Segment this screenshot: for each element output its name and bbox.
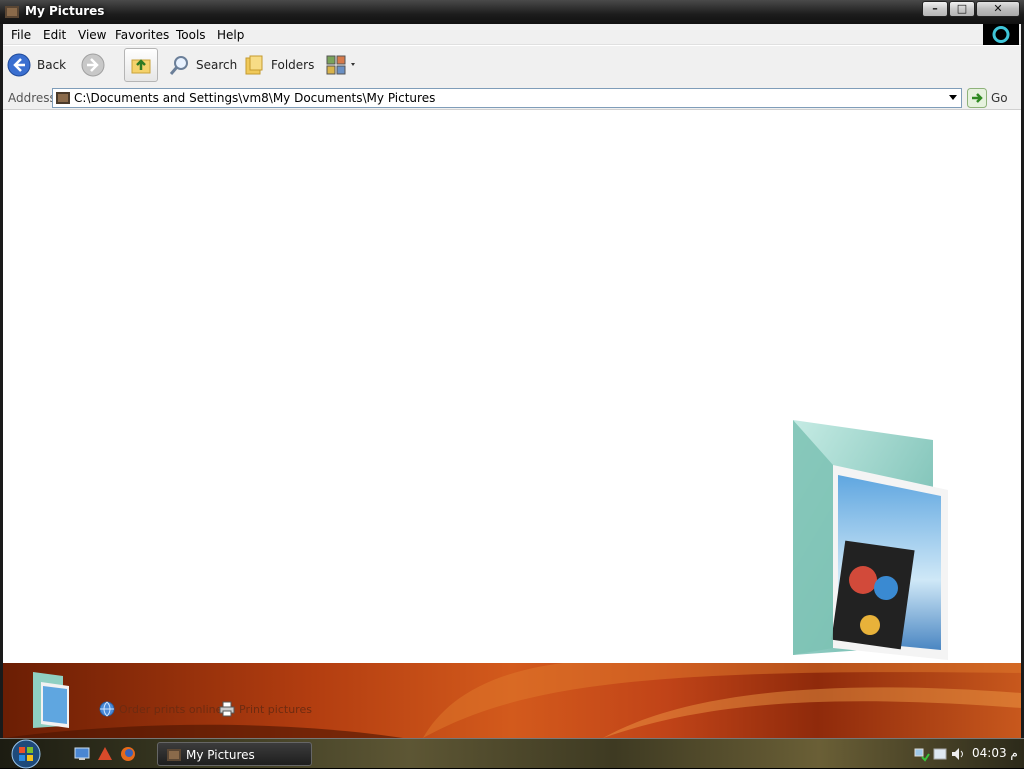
menu-edit[interactable]: Edit — [43, 28, 66, 42]
security-icon[interactable] — [932, 746, 948, 762]
taskbar-window-button[interactable]: My Pictures — [157, 742, 312, 766]
menu-favorites[interactable]: Favorites — [115, 28, 169, 42]
taskbar-window-label: My Pictures — [186, 748, 255, 762]
folders-button[interactable]: Folders — [244, 46, 314, 84]
printer-icon — [219, 701, 235, 717]
search-label: Search — [196, 58, 238, 72]
up-folder-button[interactable] — [124, 48, 158, 82]
go-button[interactable]: Go — [967, 88, 1008, 108]
menu-file[interactable]: File — [11, 28, 31, 42]
window-app-icon — [167, 749, 181, 761]
start-orb-icon[interactable] — [6, 739, 46, 769]
up-folder-icon — [131, 59, 151, 74]
tasks-band: Order prints online Print pictures — [3, 663, 1021, 738]
back-button[interactable]: Back — [7, 46, 66, 84]
media-icon[interactable] — [97, 746, 113, 762]
dropdown-icon — [949, 95, 957, 100]
address-folder-icon — [56, 92, 70, 104]
windows-logo-icon — [983, 24, 1019, 45]
explorer-window: My Pictures – □ ✕ File Edit View Favorit… — [0, 0, 1024, 738]
system-tray: 04:03 م — [912, 742, 1024, 766]
menu-tools[interactable]: Tools — [176, 28, 206, 42]
window-title: My Pictures — [25, 4, 105, 18]
network-icon[interactable] — [914, 746, 930, 762]
file-list-area[interactable] — [3, 110, 1021, 663]
search-icon — [169, 56, 188, 75]
globe-icon — [99, 701, 115, 717]
pictures-folder-icon — [33, 672, 69, 728]
firefox-icon[interactable] — [120, 746, 136, 762]
menu-help[interactable]: Help — [217, 28, 244, 42]
pictures-folder-icon — [793, 420, 948, 660]
volume-icon[interactable] — [950, 746, 966, 762]
go-label: Go — [991, 91, 1008, 105]
close-button[interactable]: ✕ — [976, 1, 1020, 17]
order-prints-link[interactable]: Order prints online — [99, 701, 222, 717]
toolbar: Back Search Folders — [3, 46, 1021, 86]
caption-buttons: – □ ✕ — [921, 1, 1020, 18]
address-bar: Address C:\Documents and Settings\vm8\My… — [3, 86, 1021, 110]
folders-label: Folders — [271, 58, 315, 72]
address-field[interactable]: C:\Documents and Settings\vm8\My Documen… — [52, 88, 962, 108]
go-arrow-icon — [967, 88, 987, 108]
minimize-button[interactable]: – — [922, 1, 948, 17]
print-pictures-link[interactable]: Print pictures — [219, 701, 312, 717]
clock[interactable]: 04:03 م — [972, 746, 1018, 760]
back-label: Back — [37, 58, 67, 72]
print-pictures-label: Print pictures — [239, 702, 312, 716]
menu-bar: File Edit View Favorites Tools Help — [3, 24, 1021, 45]
window-app-icon — [5, 6, 19, 18]
show-desktop-icon[interactable] — [74, 746, 90, 762]
address-value: C:\Documents and Settings\vm8\My Documen… — [74, 91, 436, 105]
search-button[interactable]: Search — [169, 46, 237, 84]
forward-button[interactable] — [81, 46, 105, 84]
client-area: File Edit View Favorites Tools Help Back — [3, 24, 1021, 738]
views-button[interactable] — [325, 46, 357, 84]
menu-view[interactable]: View — [78, 28, 106, 42]
order-prints-label: Order prints online — [119, 702, 223, 716]
back-arrow-icon — [7, 53, 31, 77]
address-label: Address — [8, 91, 56, 105]
views-icon — [326, 55, 355, 75]
maximize-button[interactable]: □ — [949, 1, 975, 17]
title-bar[interactable]: My Pictures – □ ✕ — [0, 0, 1024, 24]
address-dropdown-button[interactable] — [945, 89, 961, 107]
taskbar: My Pictures 04:03 م — [0, 738, 1024, 769]
folders-icon — [245, 55, 263, 75]
forward-arrow-icon — [81, 53, 105, 77]
